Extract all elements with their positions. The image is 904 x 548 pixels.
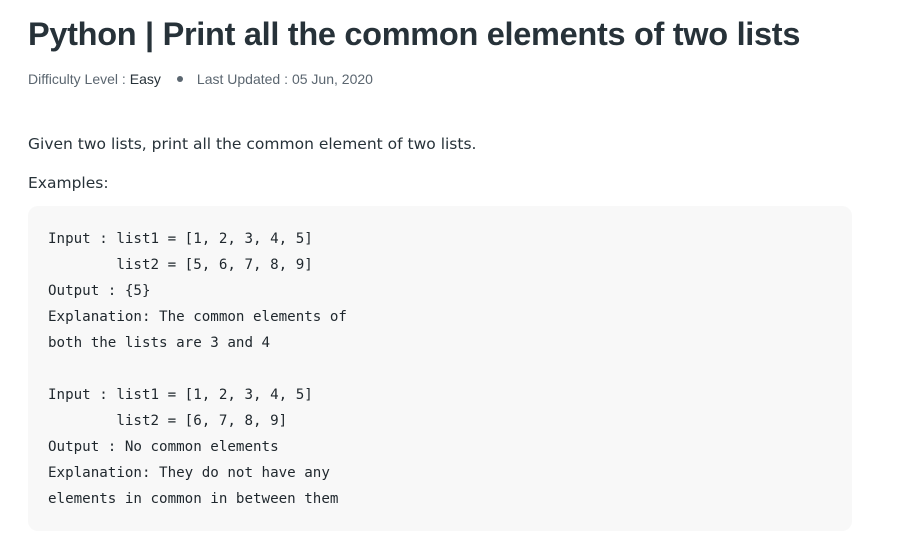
article-meta: Difficulty Level : Easy Last Updated : 0… — [28, 70, 373, 88]
code-block: Input : list1 = [1, 2, 3, 4, 5] list2 = … — [28, 206, 852, 531]
last-updated-label: Last Updated : — [196, 71, 288, 87]
code-text: Input : list1 = [1, 2, 3, 4, 5] list2 = … — [48, 231, 347, 507]
last-updated-value: 05 Jun, 2020 — [291, 71, 373, 87]
difficulty-label: Difficulty Level : — [28, 71, 126, 87]
examples-label: Examples: — [28, 174, 109, 192]
separator-dot-icon — [176, 76, 183, 82]
difficulty-value[interactable]: Easy — [130, 70, 161, 88]
intro-paragraph: Given two lists, print all the common el… — [28, 135, 477, 153]
page-title: Python | Print all the common elements o… — [28, 16, 801, 52]
